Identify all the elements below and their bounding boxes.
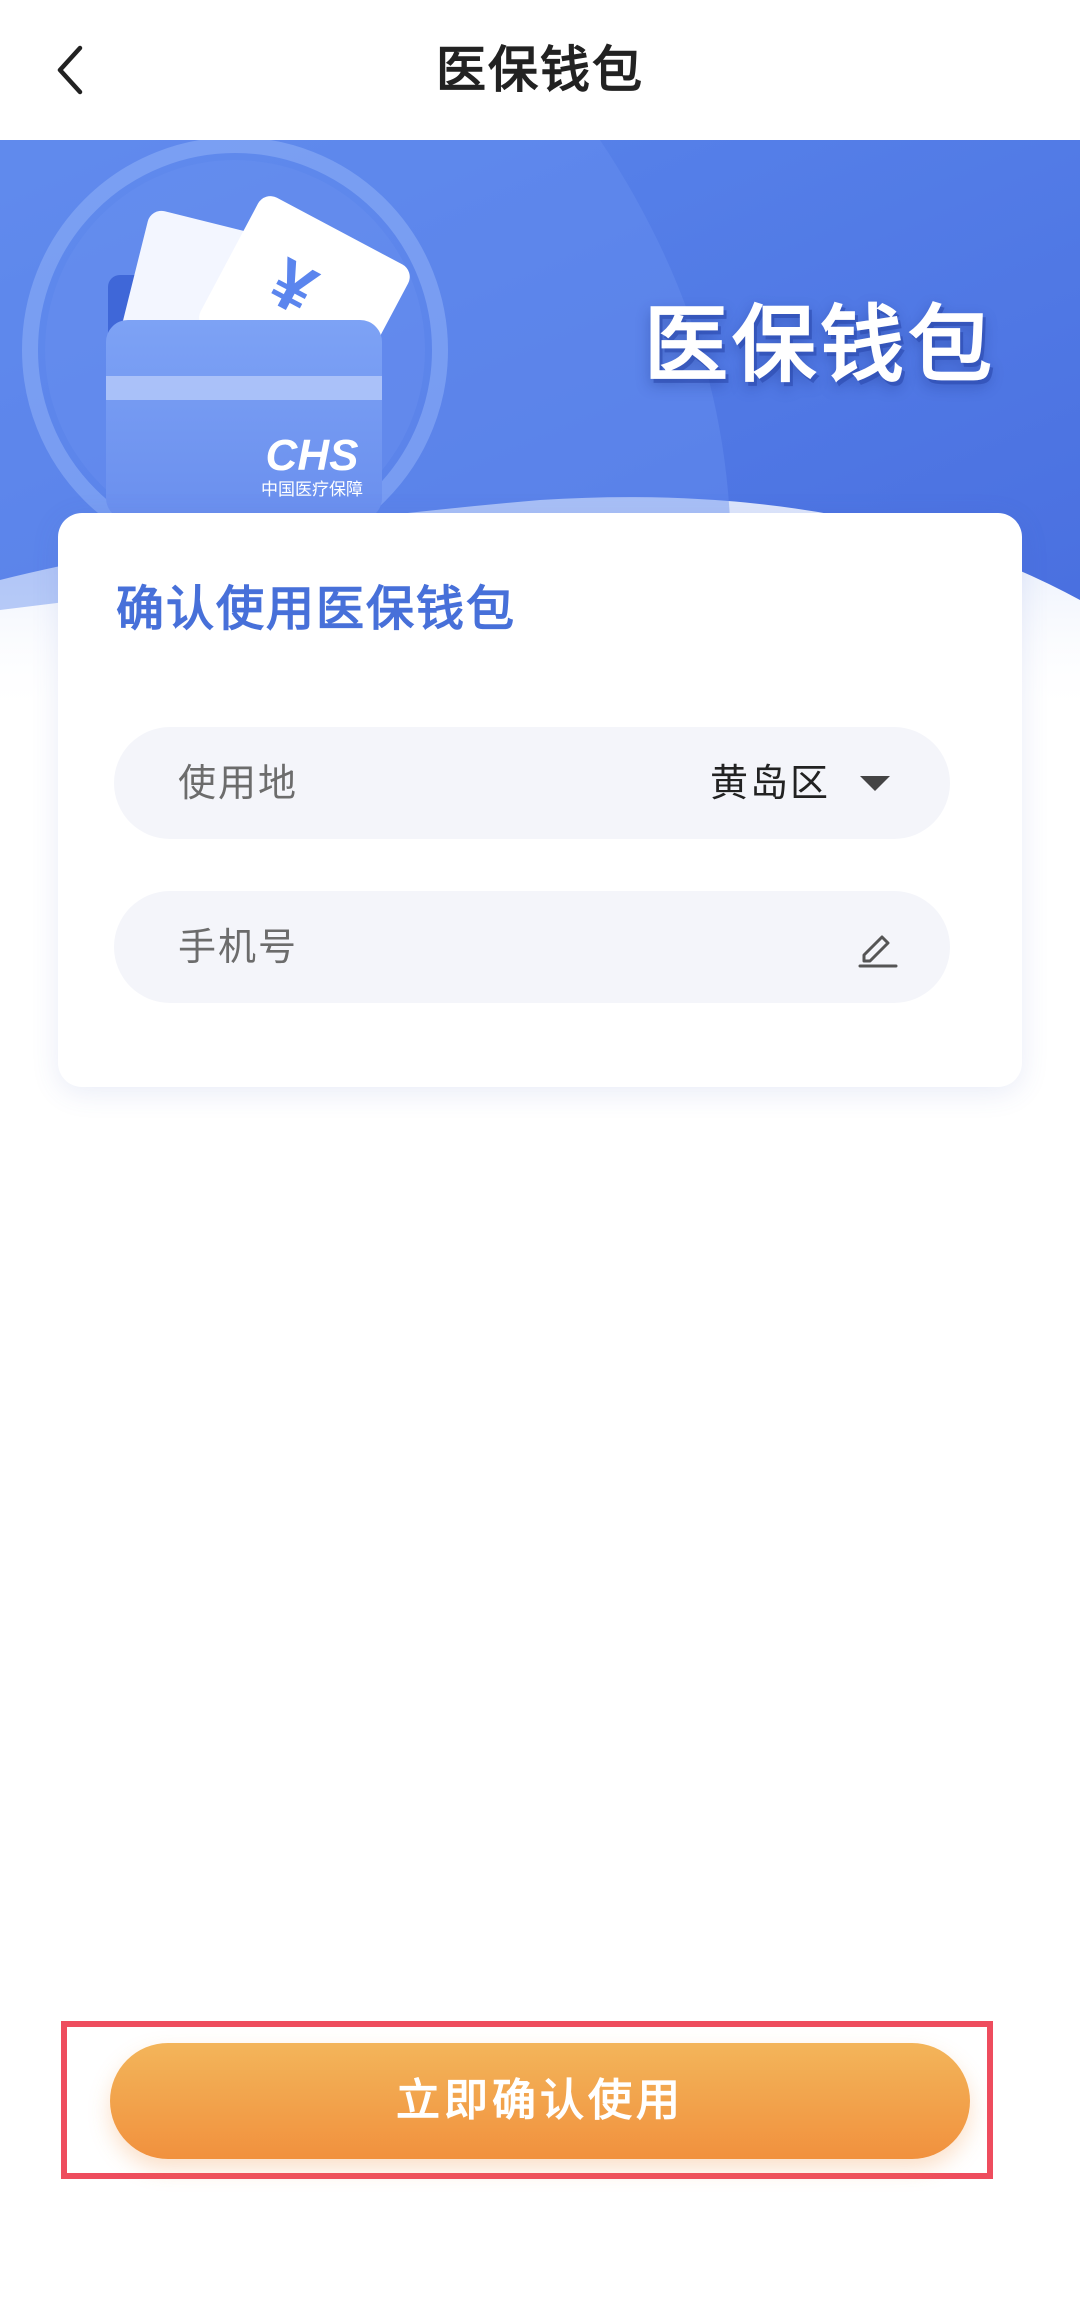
svg-text:CHS: CHS bbox=[266, 431, 359, 480]
location-select[interactable]: 使用地 黄岛区 bbox=[114, 727, 950, 839]
svg-text:中国医疗保障: 中国医疗保障 bbox=[261, 480, 363, 500]
edit-icon[interactable] bbox=[856, 925, 900, 969]
confirm-card: 确认使用医保钱包 使用地 黄岛区 手机号 bbox=[58, 513, 1022, 1087]
phone-field[interactable]: 手机号 bbox=[114, 891, 950, 1005]
location-label: 使用地 bbox=[178, 761, 299, 805]
page-title: 医保钱包 bbox=[436, 41, 644, 99]
location-value: 黄岛区 bbox=[709, 761, 830, 805]
phone-label: 手机号 bbox=[178, 925, 299, 969]
navigation-bar: 医保钱包 bbox=[0, 0, 1080, 140]
phone-input[interactable] bbox=[314, 891, 818, 1005]
card-title: 确认使用医保钱包 bbox=[116, 581, 517, 637]
caret-down-icon bbox=[860, 776, 890, 791]
banner-title: 医保钱包 bbox=[643, 296, 996, 394]
confirm-use-button[interactable]: 立即确认使用 bbox=[110, 2043, 970, 2159]
